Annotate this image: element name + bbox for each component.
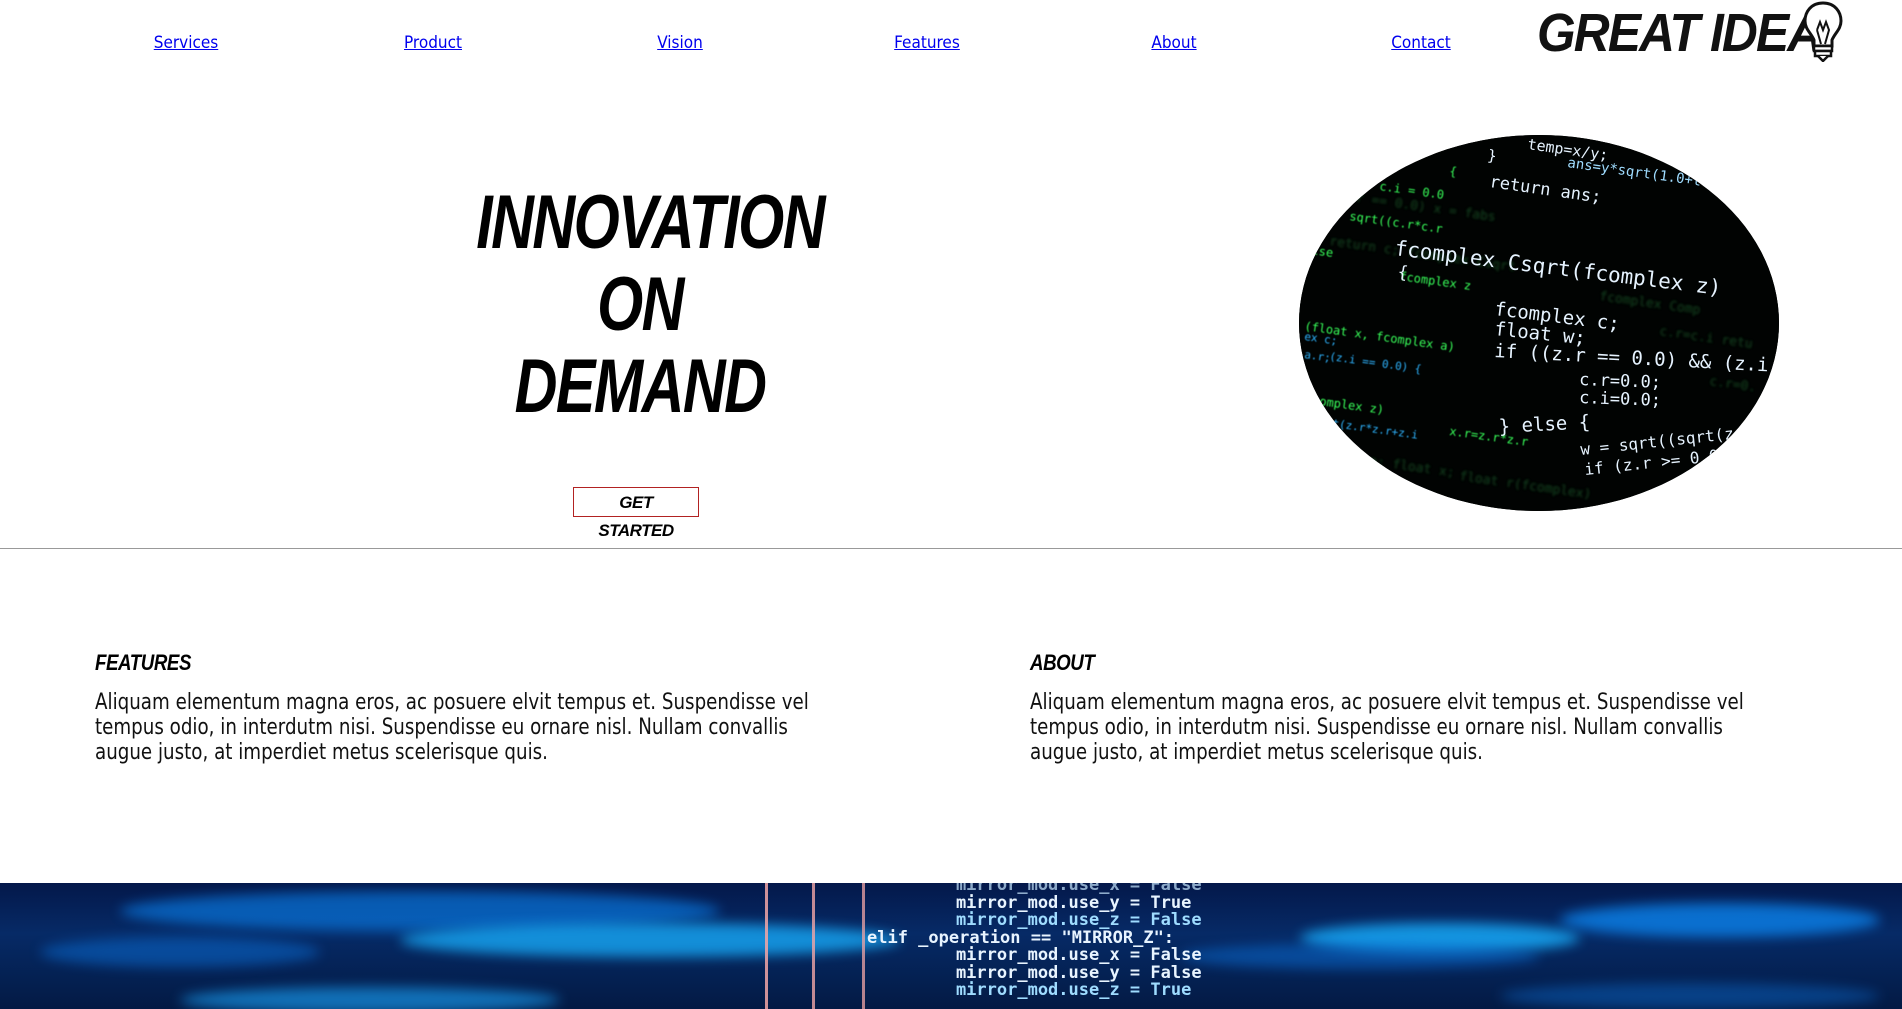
about-section: ABOUT Aliquam elementum magna eros, ac p… <box>1030 648 1790 765</box>
hero-title-line: ON <box>597 262 684 347</box>
code-screen-image: if (z.r == 0.0) x = fabs return c; fcomp… <box>1299 135 1779 511</box>
about-heading: ABOUT <box>1030 650 1095 675</box>
nav-link-services[interactable]: Services <box>154 33 219 53</box>
logo-text: GREAT IDEA <box>1537 3 1823 63</box>
code-screen-graphic: if (z.r == 0.0) x = fabs return c; fcomp… <box>1299 135 1779 511</box>
features-heading: FEATURES <box>95 650 191 675</box>
nav-link-contact[interactable]: Contact <box>1391 33 1451 53</box>
features-body: Aliquam elementum magna eros, ac posuere… <box>95 690 809 765</box>
top-nav: Services Product Vision Features About C… <box>0 0 1902 80</box>
get-started-button[interactable]: GET STARTED <box>573 487 699 540</box>
banner-code: mirror_mod.use_x = False mirror_mod.use_… <box>867 883 1202 1000</box>
about-body: Aliquam elementum magna eros, ac posuere… <box>1030 690 1744 765</box>
section-divider <box>0 548 1902 549</box>
hero-title-line: INNOVATION <box>476 180 825 265</box>
logo[interactable]: GREAT IDEA <box>1537 0 1847 63</box>
nav-link-product[interactable]: Product <box>404 33 462 53</box>
nav-link-features[interactable]: Features <box>894 33 960 53</box>
code-banner-image: mirror_mod.use_x = False mirror_mod.use_… <box>0 883 1902 1009</box>
svg-text:else: else <box>1304 242 1335 260</box>
nav-link-vision[interactable]: Vision <box>657 33 703 53</box>
hero-title-line: DEMAND <box>514 344 767 429</box>
svg-text:c.i=0.0;: c.i=0.0; <box>1579 388 1662 411</box>
features-section: FEATURES Aliquam elementum magna eros, a… <box>95 648 855 765</box>
hero-title: INNOVATION ON DEMAND <box>476 180 825 429</box>
lightbulb-icon <box>1803 1 1843 62</box>
nav-link-about[interactable]: About <box>1151 33 1196 53</box>
